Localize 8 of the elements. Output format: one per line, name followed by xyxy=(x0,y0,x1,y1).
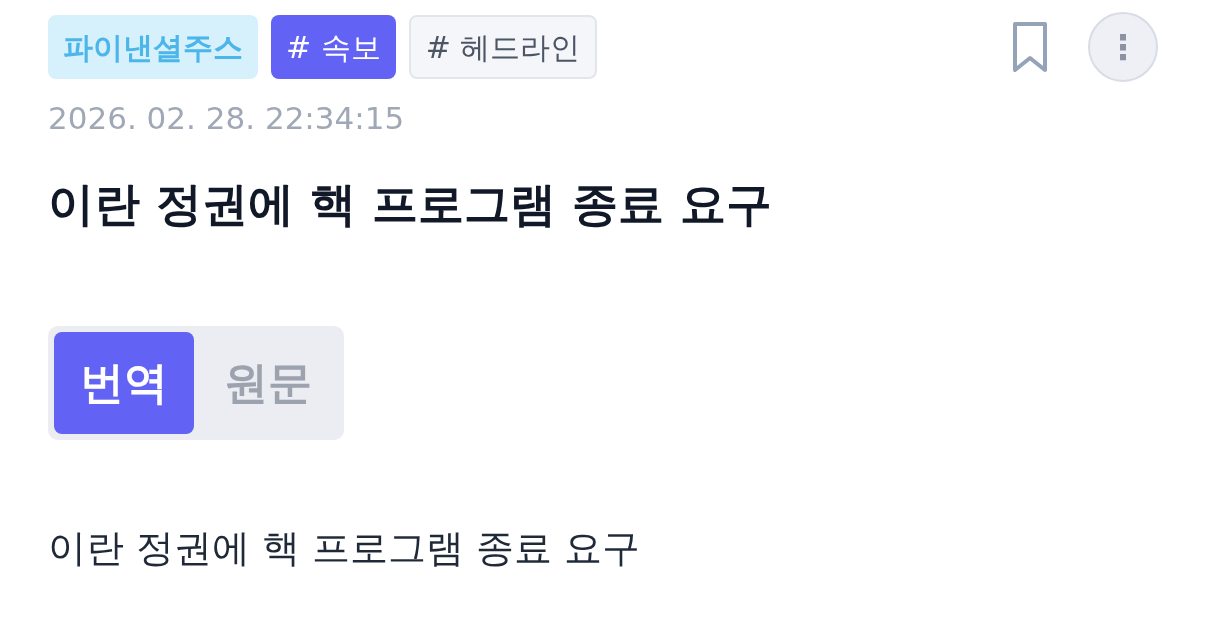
bookmark-icon xyxy=(1012,21,1048,73)
headline: 이란 정권에 핵 프로그램 종료 요구 xyxy=(48,176,773,233)
segment-tab[interactable]: 번역 xyxy=(54,332,194,434)
date: 2026. 02. 28. 22:34:15 xyxy=(48,99,405,138)
tag[interactable]: # 속보 xyxy=(271,15,396,79)
more-button[interactable]: ⋮ xyxy=(1088,12,1158,82)
tag[interactable]: # 헤드라인 xyxy=(408,15,598,79)
body-text: 이란 정권에 핵 프로그램 종료 요구 xyxy=(48,525,641,572)
